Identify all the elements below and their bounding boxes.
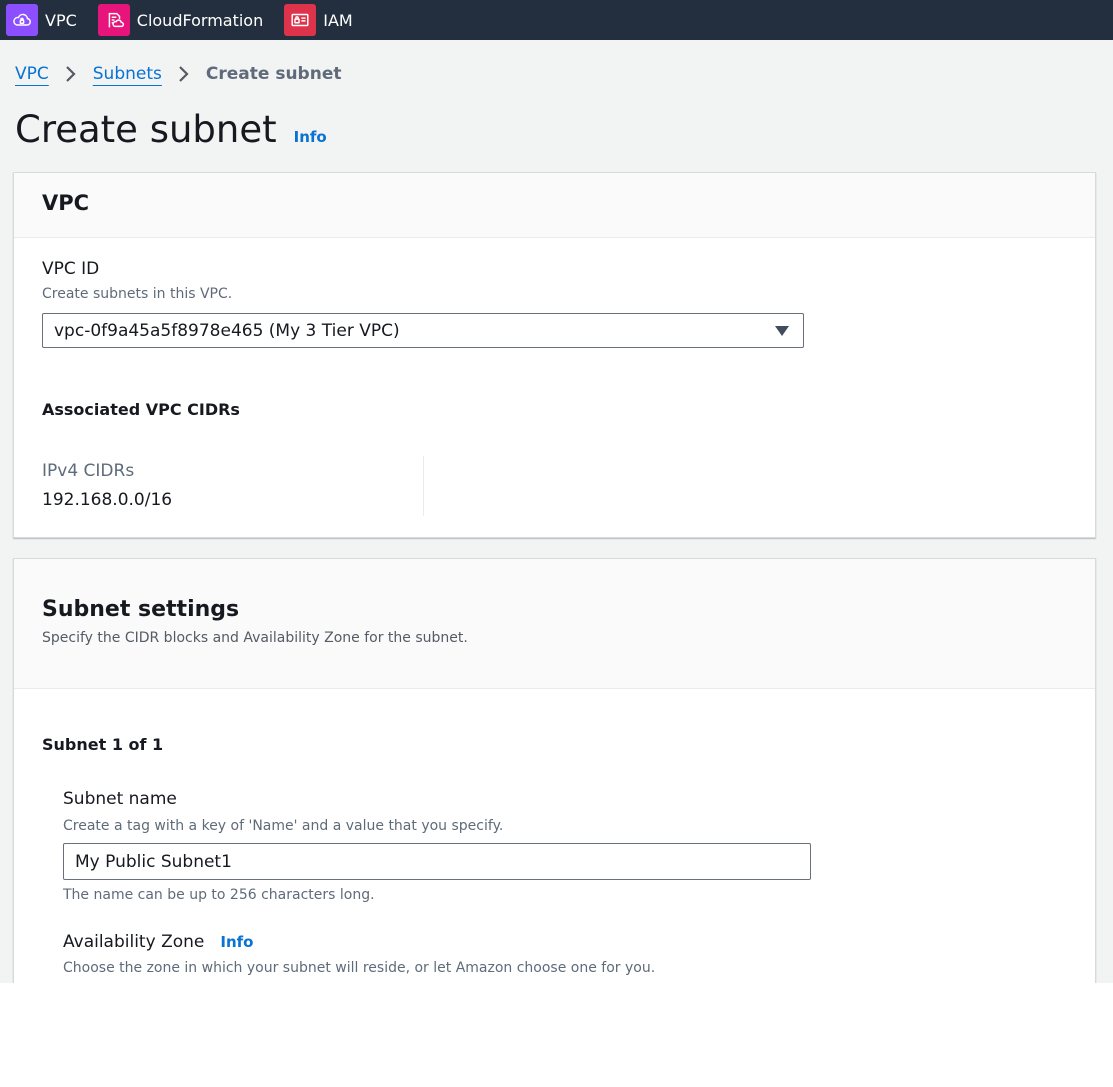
service-shortcut-iam[interactable]: IAM (284, 4, 353, 36)
column-divider (423, 456, 424, 516)
vpc-cloud-icon (6, 4, 38, 36)
page-title: Create subnet (15, 108, 277, 151)
subnet-settings-header: Subnet settings Specify the CIDR blocks … (14, 559, 1095, 689)
vpc-id-label: VPC ID (42, 259, 100, 279)
cloudformation-icon (97, 4, 130, 36)
ipv4-cidrs-label: IPv4 CIDRs (42, 461, 135, 481)
breadcrumb-link-subnets[interactable]: Subnets (93, 64, 162, 84)
vpc-panel-title: VPC (42, 191, 90, 215)
subnet-settings-title: Subnet settings (42, 597, 240, 622)
subnet-name-constraint: The name can be up to 256 characters lon… (63, 887, 375, 903)
subnet-settings-description: Specify the CIDR blocks and Availability… (42, 630, 468, 646)
subnet-count-heading: Subnet 1 of 1 (42, 735, 164, 754)
service-shortcut-vpc[interactable]: VPC (6, 4, 77, 36)
vpc-id-description: Create subnets in this VPC. (42, 286, 233, 302)
associated-cidrs-heading: Associated VPC CIDRs (42, 400, 240, 419)
vpc-panel: VPC VPC ID Create subnets in this VPC. v… (13, 172, 1096, 538)
page-info-link[interactable]: Info (294, 128, 327, 146)
availability-zone-label-row: Availability Zone Info (63, 932, 253, 952)
subnet-name-description: Create a tag with a key of 'Name' and a … (63, 818, 504, 834)
iam-icon (284, 4, 317, 36)
vpc-id-select[interactable]: vpc-0f9a45a5f8978e465 (My 3 Tier VPC) (42, 313, 804, 348)
caret-down-icon (775, 325, 789, 336)
service-shortcut-cloudformation[interactable]: CloudFormation (97, 4, 264, 36)
ipv4-cidrs-value: 192.168.0.0/16 (42, 490, 173, 510)
top-navigation-bar: VPC CloudFormation IAM (0, 0, 1113, 40)
console-app: VPC CloudFormation IAM VPC Subnets Creat… (0, 0, 1113, 983)
availability-zone-label: Availability Zone (63, 932, 205, 952)
subnet-name-label: Subnet name (63, 789, 177, 809)
breadcrumb-current: Create subnet (205, 64, 342, 84)
breadcrumb: VPC Subnets Create subnet (15, 64, 341, 84)
service-label-vpc: VPC (45, 10, 77, 30)
availability-zone-description: Choose the zone in which your subnet wil… (63, 960, 656, 976)
vpc-panel-header: VPC (14, 173, 1095, 238)
availability-zone-info-link[interactable]: Info (220, 933, 253, 951)
chevron-right-icon (178, 65, 190, 83)
subnet-settings-panel: Subnet settings Specify the CIDR blocks … (13, 558, 1096, 983)
chevron-right-icon (65, 65, 77, 83)
service-label-iam: IAM (323, 10, 353, 30)
page-header: Create subnet Info (15, 108, 327, 151)
breadcrumb-link-vpc[interactable]: VPC (15, 64, 49, 84)
vpc-id-selected-value: vpc-0f9a45a5f8978e465 (My 3 Tier VPC) (54, 320, 400, 341)
service-label-cloudformation: CloudFormation (136, 10, 264, 30)
subnet-name-input[interactable] (63, 843, 811, 880)
